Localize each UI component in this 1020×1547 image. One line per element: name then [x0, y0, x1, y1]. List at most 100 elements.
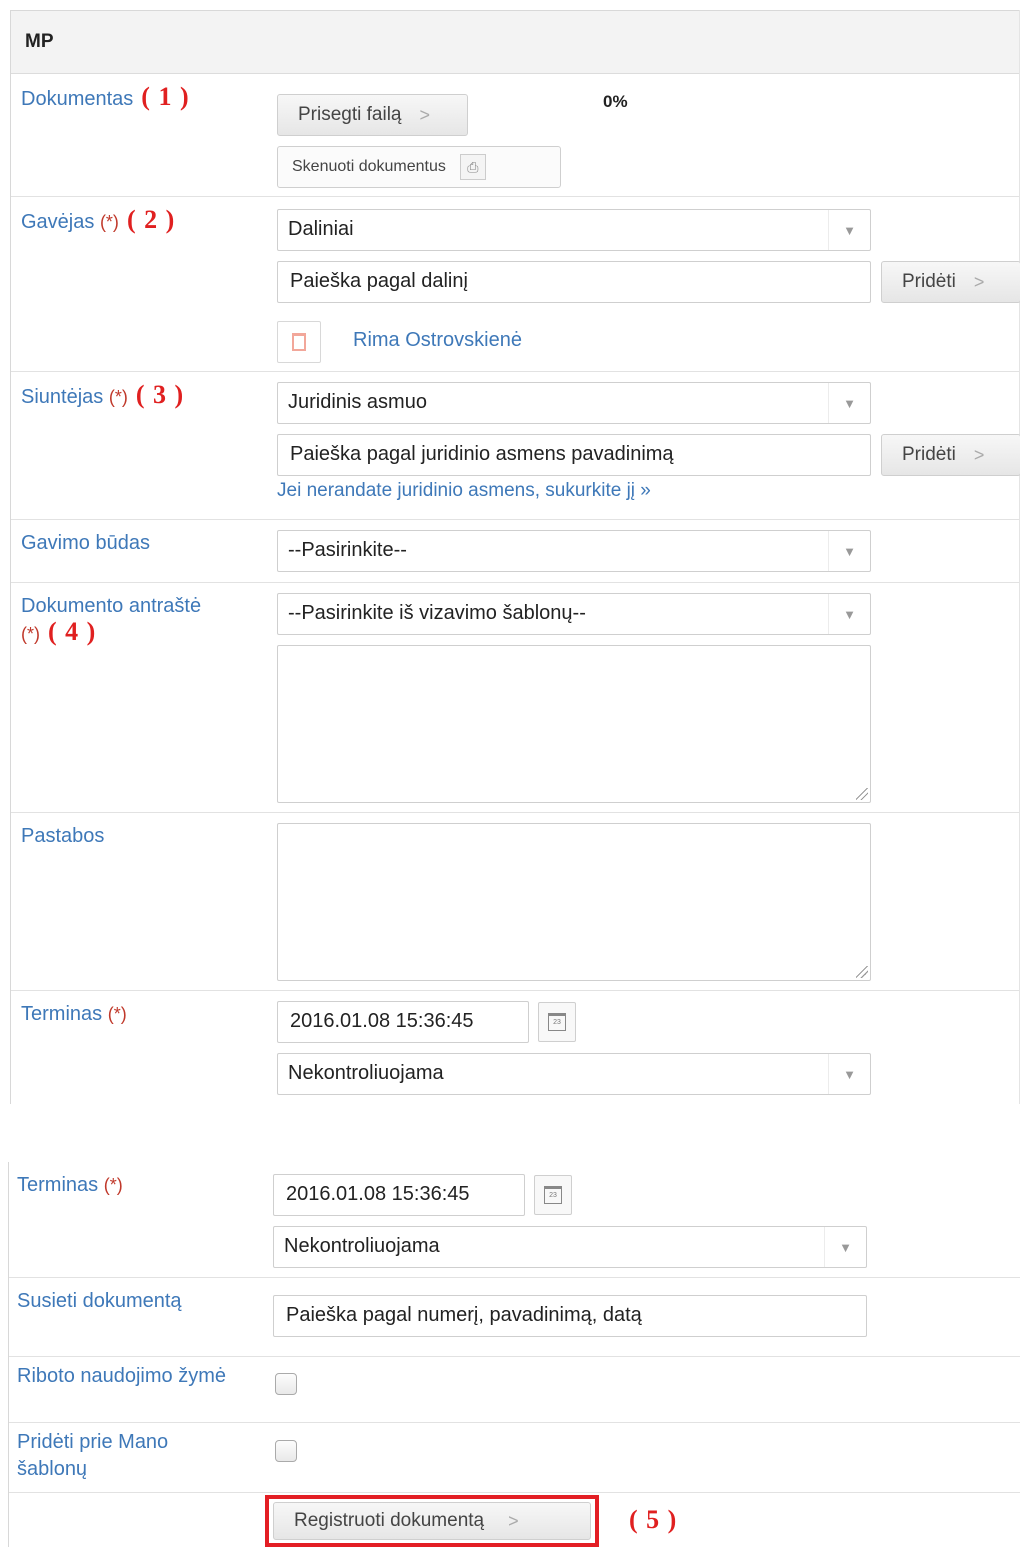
label-siuntejas-text: Siuntėjas [21, 386, 104, 408]
title-template-value: --Pasirinkite iš vizavimo šablonų-- [288, 602, 586, 624]
recipient-type-select[interactable]: Daliniai ▼ [277, 209, 871, 251]
row-terminas-2: Terminas (*) 2016.01.08 15:36:45 23 Neko… [9, 1162, 1020, 1278]
chevron-right-icon: > [973, 444, 985, 465]
label-gavejas-text: Gavėjas [21, 211, 95, 233]
label-prideti-sablonu: Pridėti prie Mano šablonų [17, 1431, 169, 1480]
label-gavimo-budas: Gavimo būdas [21, 532, 150, 554]
register-document-label: Registruoti dokumentą [294, 1510, 485, 1531]
control-type-value: Nekontroliuojama [288, 1062, 444, 1084]
label-susieti: Susieti dokumentą [17, 1290, 182, 1312]
row-susieti: Susieti dokumentą Paieška pagal numerį, … [9, 1278, 1020, 1357]
label-pastabos: Pastabos [21, 825, 105, 847]
document-title-textarea[interactable] [277, 645, 871, 803]
scanner-icon: ⎙ [459, 154, 486, 180]
dropdown-arrow-icon: ▼ [828, 1054, 870, 1094]
deadline-datetime-value: 2016.01.08 15:36:45 [290, 1010, 474, 1032]
add-to-templates-checkbox[interactable] [275, 1440, 297, 1462]
form-panel-top: MP Dokumentas ( 1 ) Prisegti failą > Skenu… [10, 10, 1020, 1104]
row-prideti-sablonu: Pridėti prie Mano šablonų [9, 1423, 1020, 1493]
label-terminas: Terminas (*) [21, 1001, 251, 1027]
title-template-select[interactable]: --Pasirinkite iš vizavimo šablonų-- ▼ [277, 593, 871, 635]
calendar-icon: 23 [548, 1013, 566, 1031]
row-dokumento-antraste: Dokumento antraštė (*) ( 4 ) --Pasirinkit… [11, 583, 1019, 813]
recipient-type-value: Daliniai [288, 218, 354, 240]
required-mark: (*) [99, 212, 119, 232]
link-document-search-value: Paieška pagal numerį, pavadinimą, datą [286, 1304, 642, 1326]
label-terminas-text: Terminas [17, 1174, 99, 1196]
receipt-method-select[interactable]: --Pasirinkite-- ▼ [277, 530, 871, 572]
row-dokumentas: Dokumentas ( 1 ) Prisegti failą > Skenuoti… [11, 74, 1019, 197]
receipt-method-value: --Pasirinkite-- [288, 539, 407, 561]
row-terminas: Terminas (*) 2016.01.08 15:36:45 23 Neko… [11, 991, 1019, 1101]
notes-textarea[interactable] [277, 823, 871, 981]
annotation-3: ( 3 ) [135, 380, 185, 409]
label-riboto: Riboto naudojimo žymė [17, 1365, 226, 1387]
required-mark: (*) [21, 624, 40, 644]
scan-documents-label: Skenuoti dokumentus [292, 158, 446, 175]
remove-recipient-button[interactable] [277, 321, 321, 363]
row-riboto: Riboto naudojimo žymė [9, 1357, 1020, 1423]
control-type-value: Nekontroliuojama [284, 1235, 440, 1257]
dropdown-arrow-icon: ▼ [824, 1227, 866, 1267]
recipient-search-value: Paieška pagal dalinį [290, 270, 468, 292]
register-document-button[interactable]: Registruoti dokumentą > [273, 1502, 591, 1540]
chevron-right-icon: > [508, 1510, 519, 1531]
label-dokumentas-text: Dokumentas [21, 88, 134, 110]
sender-search-input[interactable]: Paieška pagal juridinio asmens pavadinim… [277, 434, 871, 476]
control-type-select[interactable]: Nekontroliuojama ▼ [277, 1053, 871, 1095]
annotation-2: ( 2 ) [126, 205, 176, 234]
scan-documents-button[interactable]: Skenuoti dokumentus ⎙ [277, 146, 561, 188]
label-terminas-text: Terminas [21, 1003, 103, 1025]
row-submit: Registruoti dokumentą > ( 5 ) [9, 1493, 1020, 1547]
chevron-right-icon: > [973, 271, 985, 292]
recipient-search-input[interactable]: Paieška pagal dalinį [277, 261, 871, 303]
resize-handle[interactable] [856, 966, 868, 978]
deadline-datetime-value: 2016.01.08 15:36:45 [286, 1183, 470, 1205]
add-sender-label: Pridėti [902, 444, 956, 465]
label-antraste-text: Dokumento antraštė [21, 595, 202, 617]
sender-type-select[interactable]: Juridinis asmuo ▼ [277, 382, 871, 424]
upload-progress: 0% [603, 92, 628, 111]
label-terminas-2: Terminas (*) [17, 1172, 247, 1198]
form-panel-bottom: Terminas (*) 2016.01.08 15:36:45 23 Neko… [8, 1162, 1020, 1547]
label-siuntejas: Siuntėjas (*) ( 3 ) [21, 382, 251, 410]
row-gavimo-budas: Gavimo būdas --Pasirinkite-- ▼ [11, 520, 1019, 583]
resize-handle[interactable] [856, 788, 868, 800]
create-legal-entity-link[interactable]: Jei nerandate juridinio asmens, sukurkit… [277, 480, 651, 502]
row-gavejas: Gavėjas (*) ( 2 ) Daliniai ▼ Paieška paga… [11, 197, 1020, 372]
dropdown-arrow-icon: ▼ [828, 210, 870, 250]
attach-file-button[interactable]: Prisegti failą > [277, 94, 468, 136]
add-recipient-button[interactable]: Pridėti > [881, 261, 1020, 303]
row-pastabos: Pastabos [11, 813, 1019, 991]
required-mark: (*) [103, 1175, 123, 1195]
required-mark: (*) [108, 387, 128, 407]
required-mark: (*) [107, 1004, 127, 1024]
annotation-1: ( 1 ) [141, 82, 190, 111]
attach-file-label: Prisegti failą [298, 104, 402, 125]
add-sender-button[interactable]: Pridėti > [881, 434, 1020, 476]
annotation-4: ( 4 ) [48, 617, 97, 646]
label-gavejas: Gavėjas (*) ( 2 ) [21, 207, 251, 235]
sender-type-value: Juridinis asmuo [288, 391, 427, 413]
control-type-select[interactable]: Nekontroliuojama ▼ [273, 1226, 867, 1268]
add-recipient-label: Pridėti [902, 271, 956, 292]
calendar-icon: 23 [544, 1186, 562, 1204]
chevron-right-icon: > [419, 104, 431, 125]
panel-title: MP [11, 10, 1019, 74]
dropdown-arrow-icon: ▼ [828, 594, 870, 634]
label-dokumento-antraste: Dokumento antraštė (*) ( 4 ) [21, 593, 251, 647]
restricted-use-checkbox[interactable] [275, 1373, 297, 1395]
calendar-button[interactable]: 23 [534, 1175, 572, 1215]
selected-recipient-link[interactable]: Rima Ostrovskienė [353, 329, 522, 352]
sender-search-value: Paieška pagal juridinio asmens pavadinim… [290, 443, 674, 465]
annotation-5: ( 5 ) [629, 1505, 678, 1534]
trash-icon [292, 333, 306, 351]
dropdown-arrow-icon: ▼ [828, 531, 870, 571]
link-document-search-input[interactable]: Paieška pagal numerį, pavadinimą, datą [273, 1295, 867, 1337]
calendar-button[interactable]: 23 [538, 1002, 576, 1042]
deadline-datetime-input[interactable]: 2016.01.08 15:36:45 [277, 1001, 529, 1043]
dropdown-arrow-icon: ▼ [828, 383, 870, 423]
deadline-datetime-input[interactable]: 2016.01.08 15:36:45 [273, 1174, 525, 1216]
label-dokumentas: Dokumentas ( 1 ) [21, 84, 251, 112]
row-siuntejas: Siuntėjas (*) ( 3 ) Juridinis asmuo ▼ Pai… [11, 372, 1020, 520]
